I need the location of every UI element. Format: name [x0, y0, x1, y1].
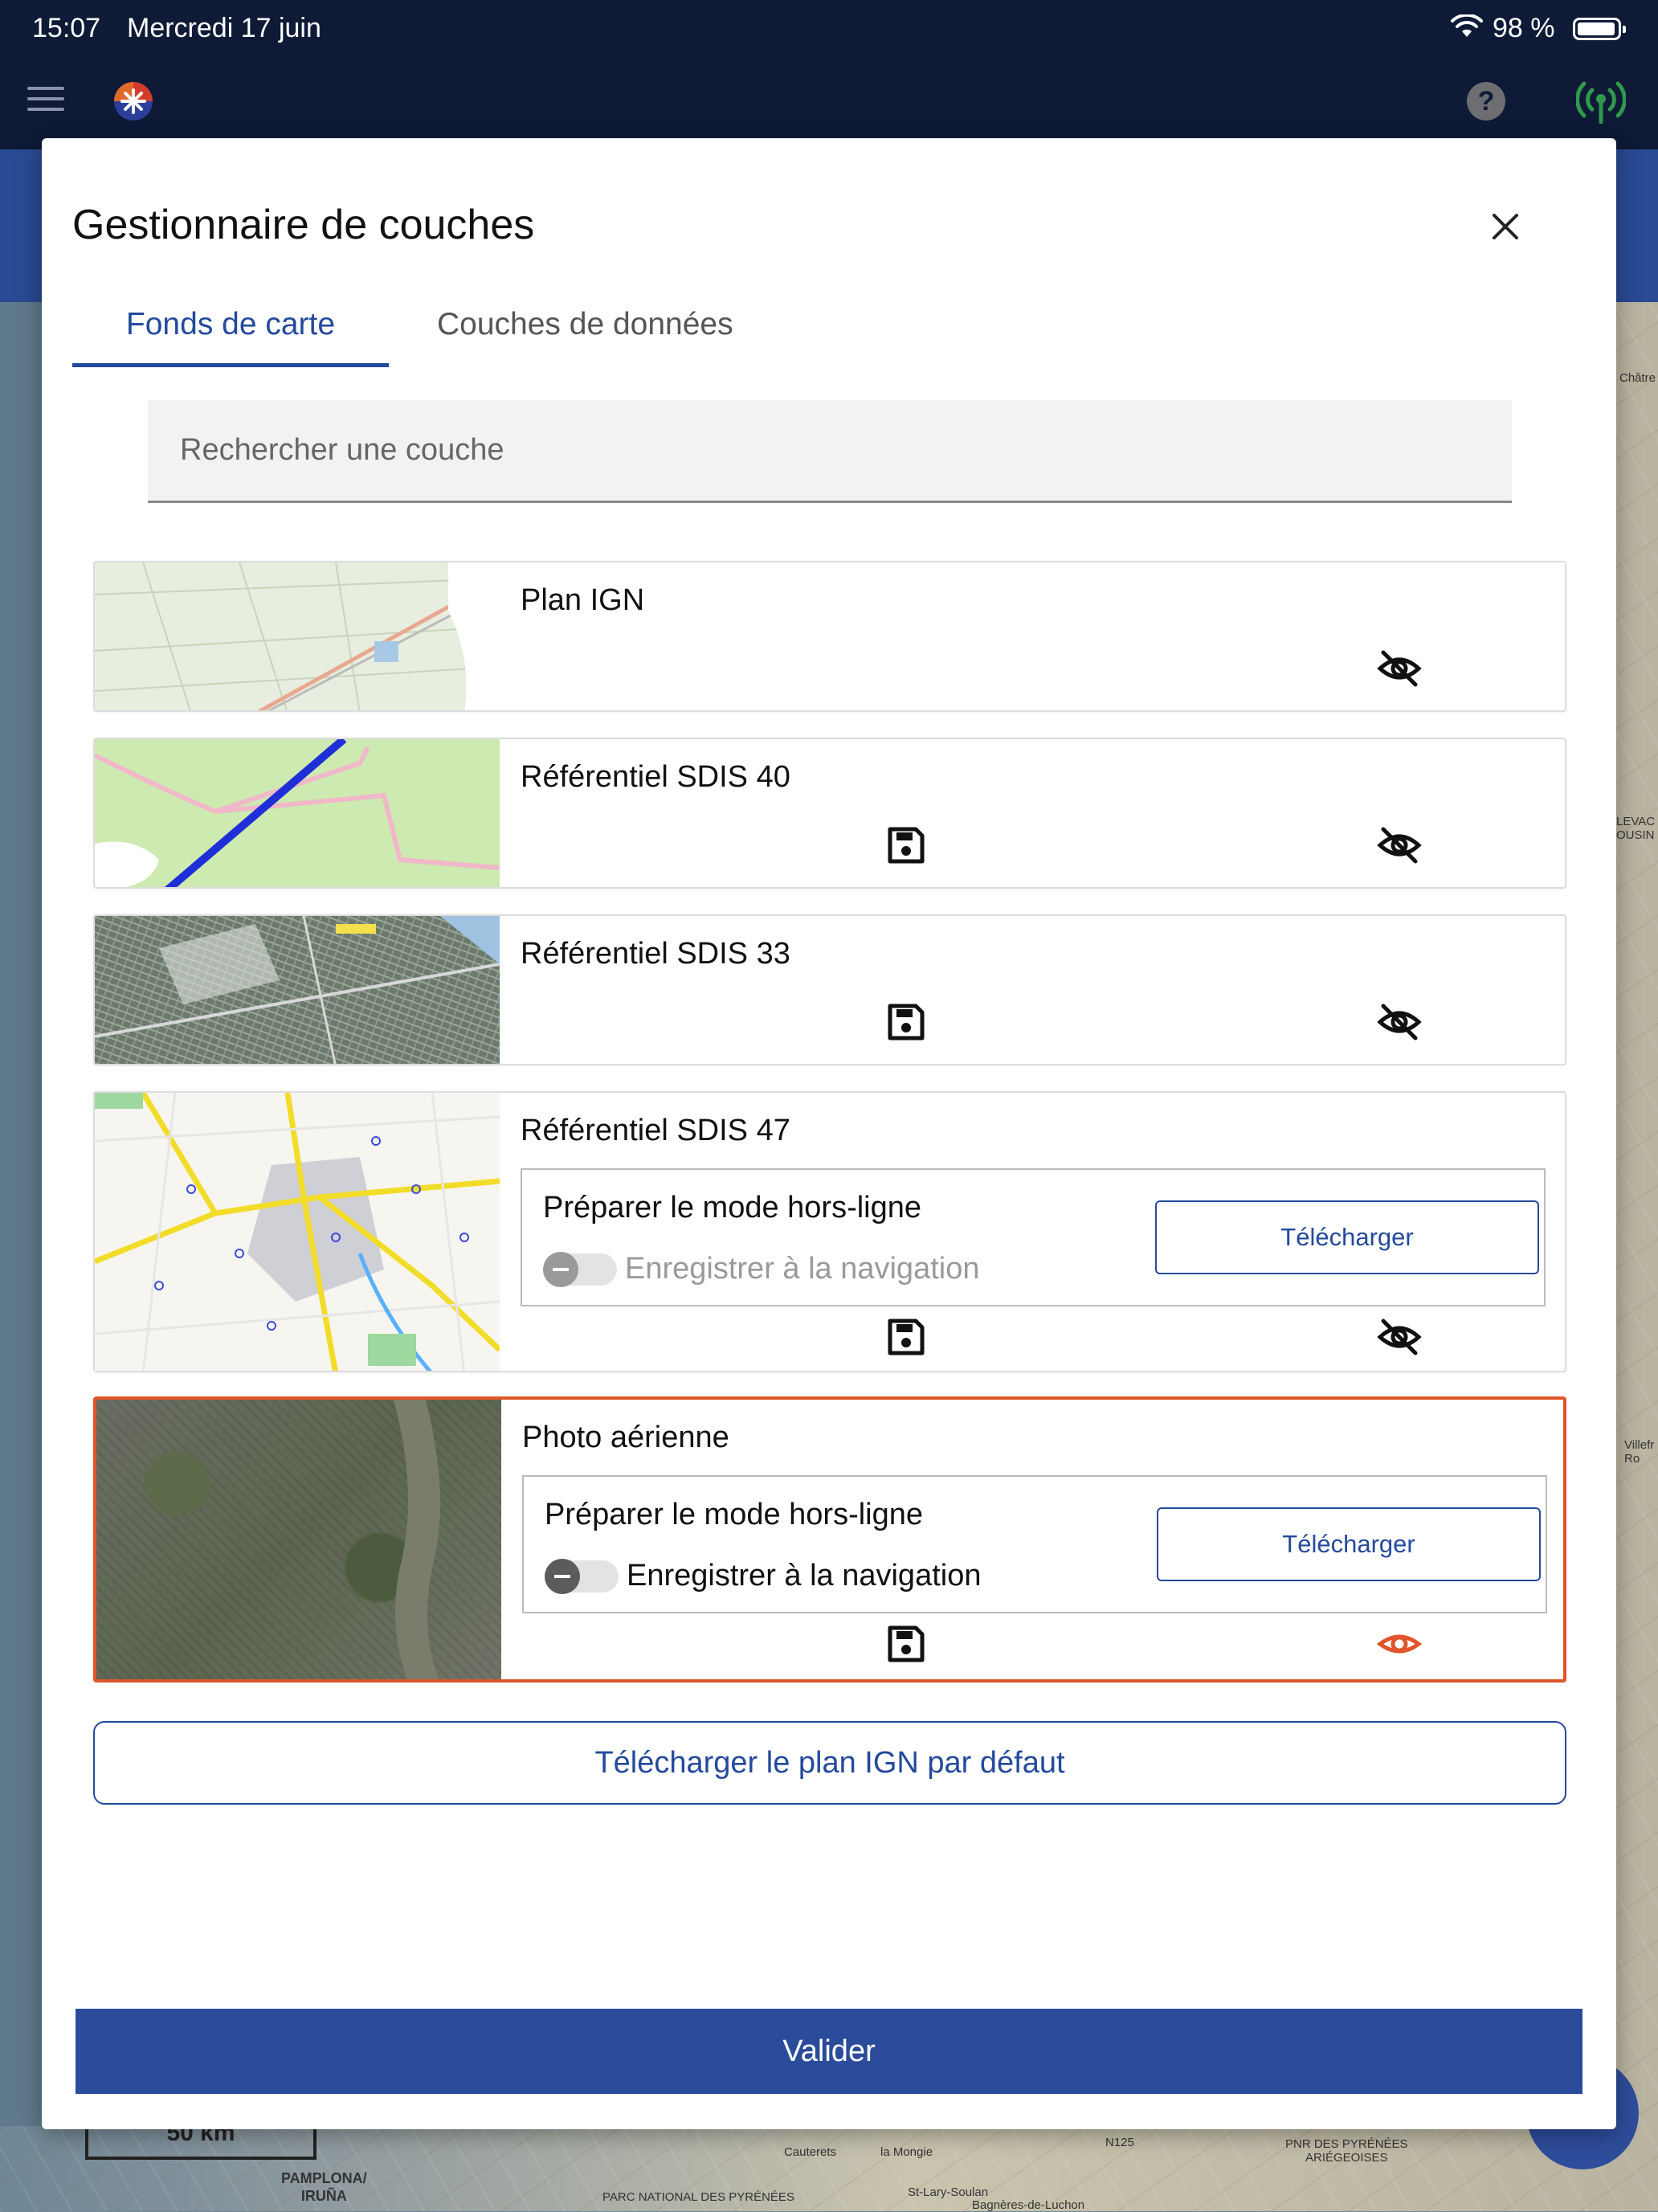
layer-card-sdis-47[interactable]: Référentiel SDIS 47 Préparer le mode hor…	[93, 1091, 1566, 1372]
layer-card-photo-aerienne[interactable]: Photo aérienne Préparer le mode hors-lig…	[93, 1396, 1566, 1683]
layer-card-plan-ign[interactable]: Plan IGN	[93, 561, 1566, 712]
dialog-title: Gestionnaire de couches	[72, 202, 535, 248]
eye-icon[interactable]	[1377, 1621, 1422, 1666]
map-label: la Mongie	[880, 2145, 933, 2159]
wifi-icon	[1451, 14, 1483, 37]
map-label: Bagnères-de-Luchon	[972, 2198, 1085, 2212]
save-icon[interactable]	[884, 1000, 929, 1045]
tab-fonds-de-carte[interactable]: Fonds de carte	[72, 307, 389, 363]
eye-off-icon[interactable]	[1377, 646, 1422, 691]
save-icon[interactable]	[884, 1315, 929, 1360]
layer-thumbnail	[96, 1400, 501, 1679]
offline-panel: Préparer le mode hors-ligne Enregistrer …	[521, 1168, 1546, 1306]
offline-title: Préparer le mode hors-ligne	[545, 1498, 924, 1531]
download-default-ign-button[interactable]: Télécharger le plan IGN par défaut	[93, 1721, 1566, 1805]
map-label: PARC NATIONAL DES PYRÉNÉES	[602, 2190, 794, 2204]
map-label: Villefr Ro	[1624, 1438, 1655, 1466]
map-label: Châtre	[1619, 371, 1656, 385]
layer-card-sdis-33[interactable]: Référentiel SDIS 33	[93, 914, 1566, 1065]
battery-icon	[1573, 18, 1626, 40]
map-label: PNR DES PYRÉNÉES ARIÉGEOISES	[1285, 2137, 1408, 2165]
layer-card-sdis-40[interactable]: Référentiel SDIS 40	[93, 738, 1566, 889]
map-label: LEVAC OUSIN	[1616, 815, 1656, 842]
layer-name: Référentiel SDIS 33	[521, 937, 790, 971]
toggle-label: Enregistrer à la navigation	[627, 1559, 982, 1593]
layer-thumbnail	[95, 739, 500, 887]
app-logo-icon	[114, 82, 153, 121]
active-tab-indicator	[72, 363, 389, 367]
antenna-icon[interactable]	[1576, 79, 1626, 124]
help-icon[interactable]: ?	[1467, 82, 1505, 121]
map-label: St-Lary-Soulan	[908, 2185, 989, 2199]
save-navigation-toggle[interactable]	[543, 1252, 617, 1287]
layer-thumbnail	[95, 916, 500, 1064]
eye-off-icon[interactable]	[1377, 1315, 1422, 1360]
layer-name: Référentiel SDIS 47	[521, 1114, 790, 1147]
save-icon[interactable]	[884, 823, 929, 868]
save-navigation-toggle[interactable]	[545, 1559, 619, 1594]
download-button[interactable]: Télécharger	[1157, 1507, 1541, 1581]
layer-name: Photo aérienne	[522, 1421, 729, 1454]
layer-thumbnail	[95, 562, 500, 710]
validate-button[interactable]: Valider	[76, 2009, 1582, 2094]
search-input[interactable]	[148, 400, 1512, 503]
battery-percent: 98 %	[1493, 13, 1555, 43]
app-bar: ?	[0, 58, 1658, 149]
status-time: 15:07	[32, 13, 101, 43]
toggle-label: Enregistrer à la navigation	[625, 1252, 980, 1286]
offline-title: Préparer le mode hors-ligne	[543, 1191, 922, 1225]
status-bar: 15:07 Mercredi 17 juin 98 %	[0, 0, 1658, 58]
layer-name: Référentiel SDIS 40	[521, 760, 790, 794]
download-button[interactable]: Télécharger	[1155, 1200, 1539, 1274]
layer-name: Plan IGN	[521, 583, 645, 617]
eye-off-icon[interactable]	[1377, 1000, 1422, 1045]
map-label: Cauterets	[784, 2145, 837, 2159]
map-town-label: PAMPLONA/ IRUÑA	[281, 2170, 367, 2204]
offline-panel: Préparer le mode hors-ligne Enregistrer …	[522, 1475, 1547, 1613]
layer-thumbnail	[95, 1093, 500, 1371]
status-date: Mercredi 17 juin	[127, 13, 321, 43]
tab-couches-de-donnees[interactable]: Couches de données	[437, 307, 733, 363]
eye-off-icon[interactable]	[1377, 823, 1422, 868]
layer-manager-dialog: Gestionnaire de couches Fonds de carte C…	[42, 138, 1616, 2129]
map-label: N125	[1105, 2136, 1134, 2149]
close-icon[interactable]	[1488, 209, 1523, 244]
save-icon[interactable]	[884, 1621, 929, 1666]
hamburger-icon[interactable]	[27, 87, 64, 111]
